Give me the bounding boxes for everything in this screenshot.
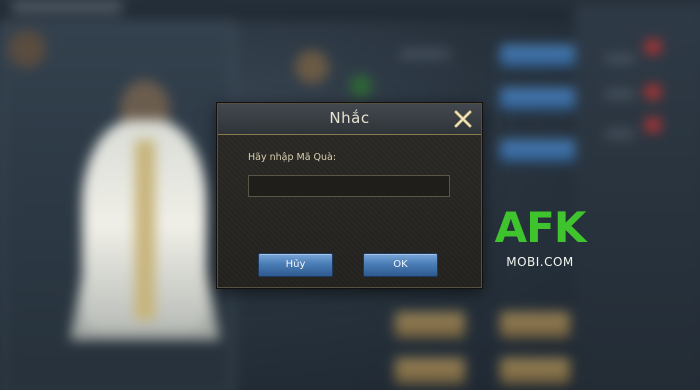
avatar	[8, 30, 46, 68]
gift-code-input[interactable]	[248, 175, 450, 197]
watermark-subtext: MOBI.COM	[506, 255, 574, 269]
ok-button[interactable]: OK	[363, 253, 438, 277]
dialog-title: Nhắc	[329, 109, 370, 127]
cancel-button[interactable]: Hủy	[258, 253, 333, 277]
watermark-brand: AFK	[494, 203, 587, 252]
gift-code-prompt-label: Hãy nhập Mã Quà:	[248, 152, 337, 163]
gift-code-dialog: Nhắc Hãy nhập Mã Quà: Hủy OK	[217, 103, 482, 288]
close-button[interactable]	[451, 107, 475, 131]
dialog-header: Nhắc	[218, 104, 481, 135]
afkmobi-watermark-logo: AFK MOBI.COM	[490, 205, 590, 275]
close-x-icon	[454, 110, 472, 128]
